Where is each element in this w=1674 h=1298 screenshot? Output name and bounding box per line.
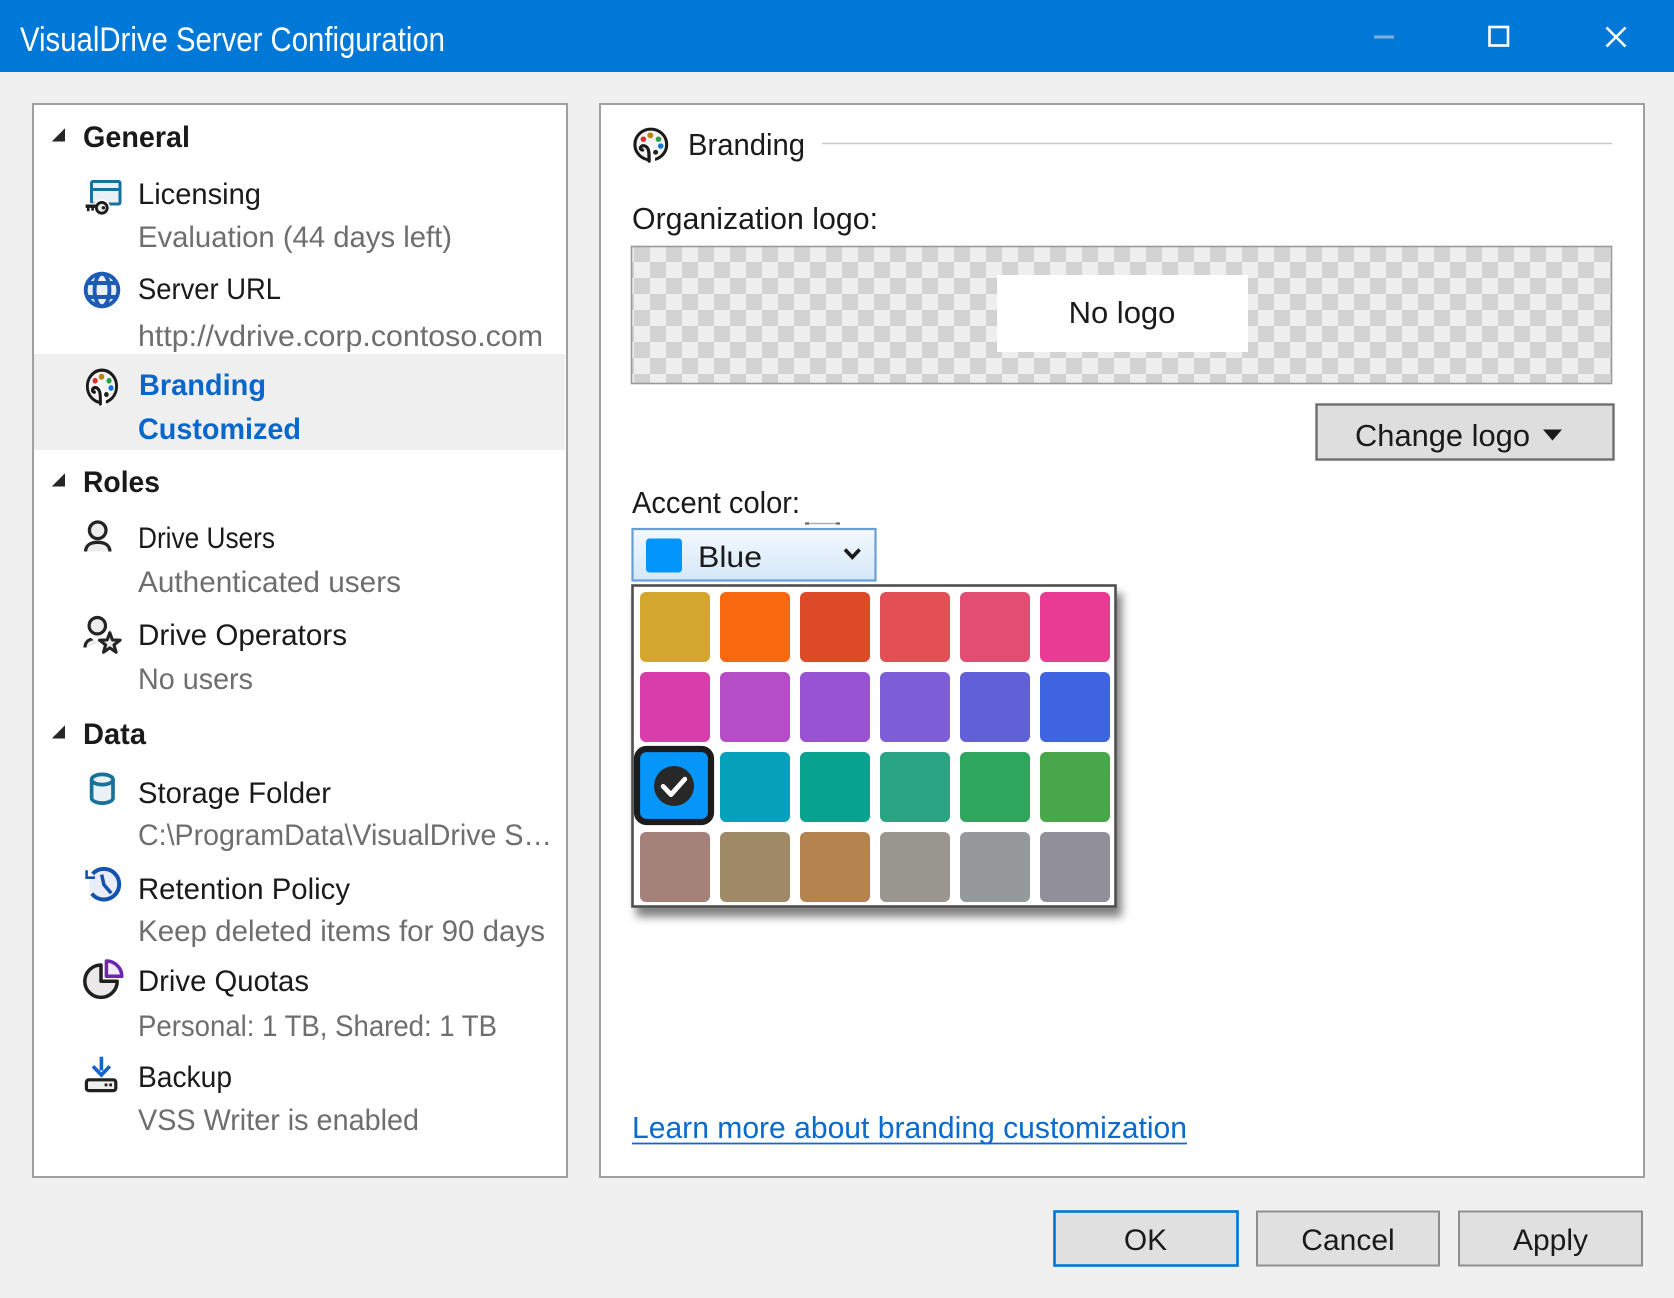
svg-text:General: General — [83, 121, 190, 154]
svg-text:Storage Folder: Storage Folder — [138, 777, 331, 810]
svg-text:Branding: Branding — [139, 369, 266, 402]
svg-text:Retention Policy: Retention Policy — [138, 873, 350, 906]
svg-text:Learn more about branding cust: Learn more about branding customization — [632, 1110, 1187, 1145]
svg-text:Change logo: Change logo — [1355, 418, 1530, 453]
svg-text:Organization logo:: Organization logo: — [632, 201, 878, 236]
svg-text:C:\ProgramData\VisualDrive S…: C:\ProgramData\VisualDrive S… — [138, 819, 552, 852]
svg-text:Customized: Customized — [138, 413, 301, 446]
svg-text:Authenticated users: Authenticated users — [138, 566, 401, 599]
svg-text:Cancel: Cancel — [1301, 1224, 1394, 1257]
svg-text:http://vdrive.corp.contoso.com: http://vdrive.corp.contoso.com — [138, 320, 543, 353]
svg-text:Roles: Roles — [83, 466, 160, 499]
svg-text:Drive Operators: Drive Operators — [138, 619, 347, 652]
svg-text:Licensing: Licensing — [138, 178, 261, 211]
svg-text:Drive Quotas: Drive Quotas — [138, 965, 309, 998]
svg-text:No logo: No logo — [1069, 295, 1176, 330]
svg-text:Keep deleted items for 90 days: Keep deleted items for 90 days — [138, 915, 545, 948]
svg-text:Drive Users: Drive Users — [138, 522, 275, 555]
svg-text:VisualDrive Server Configurati: VisualDrive Server Configuration — [20, 21, 445, 59]
svg-text:Backup: Backup — [138, 1061, 232, 1094]
svg-text:Data: Data — [83, 718, 146, 751]
svg-text:OK: OK — [1124, 1224, 1167, 1257]
svg-text:Server URL: Server URL — [138, 273, 281, 306]
svg-text:Evaluation (44 days left): Evaluation (44 days left) — [138, 221, 452, 254]
svg-text:Accent color:: Accent color: — [632, 485, 800, 520]
svg-text:Apply: Apply — [1513, 1224, 1588, 1257]
svg-text:VSS Writer is enabled: VSS Writer is enabled — [138, 1104, 419, 1137]
svg-text:Personal: 1 TB, Shared: 1 TB: Personal: 1 TB, Shared: 1 TB — [138, 1010, 497, 1043]
svg-text:Branding: Branding — [688, 127, 805, 162]
svg-text:Blue: Blue — [698, 541, 762, 574]
svg-text:No users: No users — [138, 663, 253, 696]
